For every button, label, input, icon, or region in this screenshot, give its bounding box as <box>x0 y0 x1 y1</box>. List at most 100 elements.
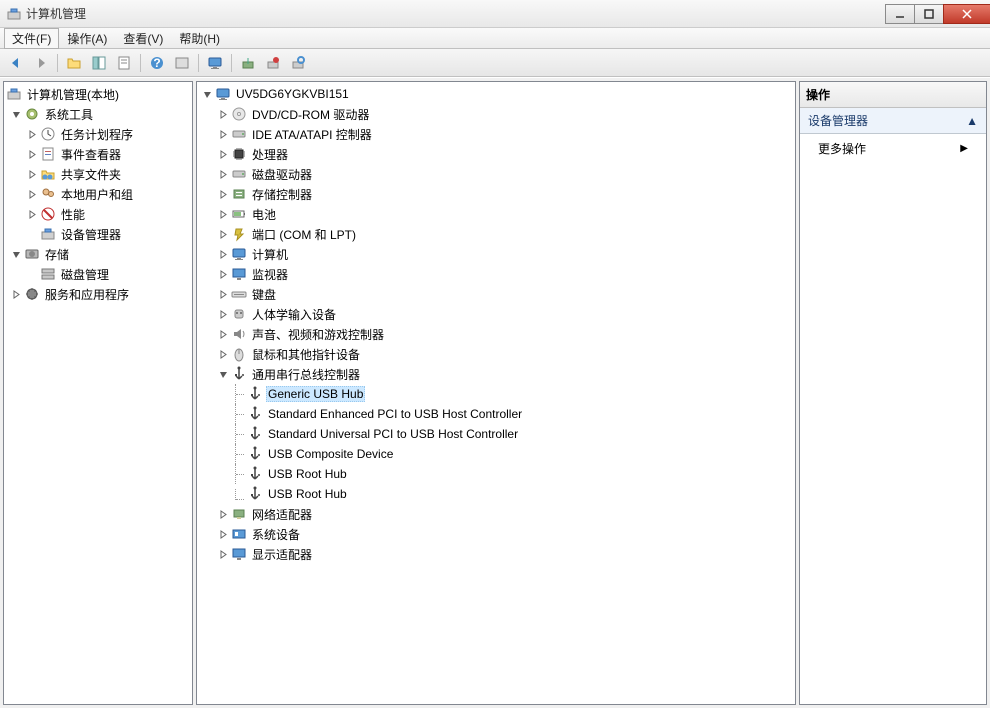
event-icon <box>40 146 56 162</box>
hid-node[interactable]: 人体学输入设备 <box>197 304 795 324</box>
usb-controllers-node[interactable]: 通用串行总线控制器 <box>197 364 795 384</box>
collapse-icon: ▲ <box>966 114 978 128</box>
toolbar: ? <box>0 49 990 77</box>
mice-node[interactable]: 鼠标和其他指针设备 <box>197 344 795 364</box>
hid-icon <box>231 306 247 322</box>
usb-icon <box>231 366 247 382</box>
actions-panel: 操作 设备管理器 ▲ 更多操作 ▶ <box>799 81 987 705</box>
usb-device-icon <box>247 426 263 442</box>
storage-node[interactable]: 存储 <box>4 244 192 264</box>
display-node[interactable]: 显示适配器 <box>197 544 795 564</box>
up-button[interactable] <box>62 52 86 74</box>
services-apps-node[interactable]: 服务和应用程序 <box>4 284 192 304</box>
titlebar: 计算机管理 <box>0 0 990 28</box>
usb-std-enhanced[interactable]: Standard Enhanced PCI to USB Host Contro… <box>197 404 795 424</box>
computer-root-node[interactable]: UV5DG6YGKVBI151 <box>197 84 795 104</box>
performance-node[interactable]: 性能 <box>4 204 192 224</box>
actions-section[interactable]: 设备管理器 ▲ <box>800 108 986 134</box>
computer-icon <box>215 86 231 102</box>
clock-icon <box>40 126 56 142</box>
task-scheduler-node[interactable]: 任务计划程序 <box>4 124 192 144</box>
center-tree-panel: UV5DG6YGKVBI151 DVD/CD-ROM 驱动器 IDE ATA/A… <box>196 81 796 705</box>
services-icon <box>24 286 40 302</box>
menu-action[interactable]: 操作(A) <box>59 28 115 49</box>
system-dev-icon <box>231 526 247 542</box>
usb-device-icon <box>247 486 263 502</box>
minimize-button[interactable] <box>885 4 915 24</box>
usb-device-icon <box>247 446 263 462</box>
toolbar-btn-1[interactable] <box>170 52 194 74</box>
usb-std-universal[interactable]: Standard Universal PCI to USB Host Contr… <box>197 424 795 444</box>
usb-device-icon <box>247 466 263 482</box>
help-button[interactable]: ? <box>145 52 169 74</box>
computer-mgmt-icon <box>6 86 22 102</box>
ports-node[interactable]: 端口 (COM 和 LPT) <box>197 224 795 244</box>
sound-icon <box>231 326 247 342</box>
cpu-node[interactable]: 处理器 <box>197 144 795 164</box>
maximize-button[interactable] <box>914 4 944 24</box>
network-node[interactable]: 网络适配器 <box>197 504 795 524</box>
network-icon <box>231 506 247 522</box>
cpu-icon <box>231 146 247 162</box>
local-users-node[interactable]: 本地用户和组 <box>4 184 192 204</box>
svg-text:?: ? <box>153 56 160 70</box>
monitors-node[interactable]: 监视器 <box>197 264 795 284</box>
ide-node[interactable]: IDE ATA/ATAPI 控制器 <box>197 124 795 144</box>
shared-folder-icon <box>40 166 56 182</box>
disk-drive-icon <box>231 166 247 182</box>
more-actions[interactable]: 更多操作 ▶ <box>800 134 986 163</box>
usb-root-hub-1[interactable]: USB Root Hub <box>197 464 795 484</box>
computer-cat-icon <box>231 246 247 262</box>
actions-section-label: 设备管理器 <box>808 112 868 129</box>
system-devices-node[interactable]: 系统设备 <box>197 524 795 544</box>
sound-node[interactable]: 声音、视频和游戏控制器 <box>197 324 795 344</box>
properties-button[interactable] <box>112 52 136 74</box>
tree-root[interactable]: 计算机管理(本地) <box>4 84 192 104</box>
expander-closed-icon[interactable] <box>26 128 38 140</box>
actions-header: 操作 <box>800 82 986 108</box>
usb-generic-hub[interactable]: Generic USB Hub <box>197 384 795 404</box>
keyboard-icon <box>231 286 247 302</box>
battery-icon <box>231 206 247 222</box>
system-tools-node[interactable]: 系统工具 <box>4 104 192 124</box>
more-actions-label: 更多操作 <box>818 140 866 157</box>
scan-hardware-button[interactable] <box>203 52 227 74</box>
enable-button[interactable] <box>236 52 260 74</box>
disk-mgmt-icon <box>40 266 56 282</box>
window-title: 计算机管理 <box>26 5 86 22</box>
storage-icon <box>24 246 40 262</box>
usb-composite[interactable]: USB Composite Device <box>197 444 795 464</box>
usb-device-icon <box>247 386 263 402</box>
usb-root-hub-2[interactable]: USB Root Hub <box>197 484 795 504</box>
computers-node[interactable]: 计算机 <box>197 244 795 264</box>
menu-help[interactable]: 帮助(H) <box>171 28 228 49</box>
port-icon <box>231 226 247 242</box>
storage-ctrl-node[interactable]: 存储控制器 <box>197 184 795 204</box>
disk-drives-node[interactable]: 磁盘驱动器 <box>197 164 795 184</box>
performance-icon <box>40 206 56 222</box>
keyboards-node[interactable]: 键盘 <box>197 284 795 304</box>
uninstall-button[interactable] <box>286 52 310 74</box>
menu-view[interactable]: 查看(V) <box>115 28 171 49</box>
disk-mgmt-node[interactable]: 磁盘管理 <box>4 264 192 284</box>
battery-node[interactable]: 电池 <box>197 204 795 224</box>
disable-button[interactable] <box>261 52 285 74</box>
close-button[interactable] <box>943 4 990 24</box>
expander-open-icon[interactable] <box>10 108 22 120</box>
app-icon <box>6 6 22 22</box>
dvd-node[interactable]: DVD/CD-ROM 驱动器 <box>197 104 795 124</box>
usb-device-icon <box>247 406 263 422</box>
storage-ctrl-icon <box>231 186 247 202</box>
show-hide-tree-button[interactable] <box>87 52 111 74</box>
back-button[interactable] <box>4 52 28 74</box>
shared-folders-node[interactable]: 共享文件夹 <box>4 164 192 184</box>
event-viewer-node[interactable]: 事件查看器 <box>4 144 192 164</box>
mouse-icon <box>231 346 247 362</box>
device-manager-node[interactable]: 设备管理器 <box>4 224 192 244</box>
menubar: 文件(F) 操作(A) 查看(V) 帮助(H) <box>0 28 990 49</box>
users-icon <box>40 186 56 202</box>
ide-icon <box>231 126 247 142</box>
display-icon <box>231 546 247 562</box>
menu-file[interactable]: 文件(F) <box>4 28 59 49</box>
forward-button[interactable] <box>29 52 53 74</box>
